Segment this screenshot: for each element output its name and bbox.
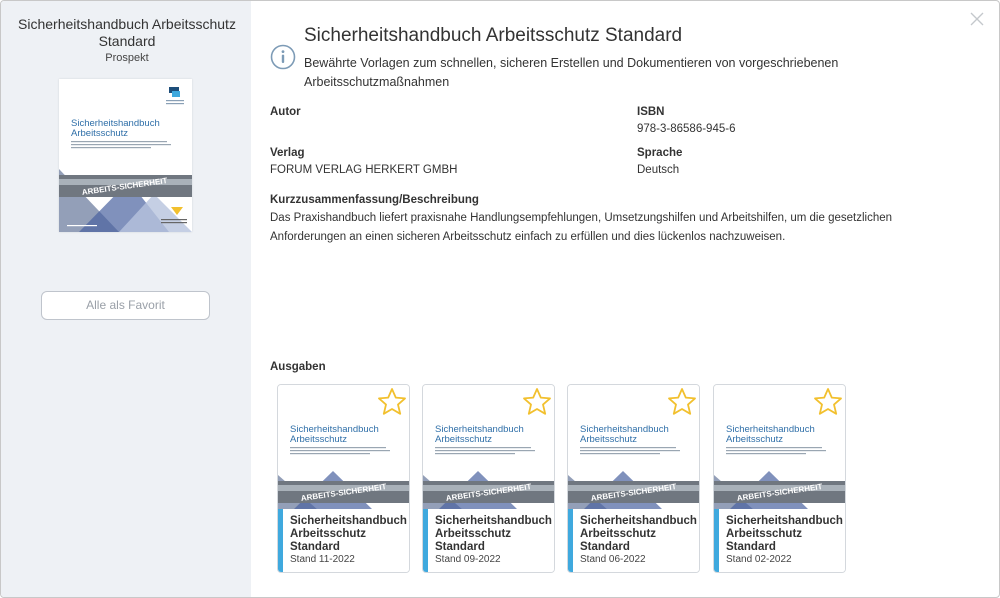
language-value: Deutsch	[637, 164, 680, 176]
edition-card[interactable]: Sicherheitshandbuch Arbeitsschutz ARBEIT…	[422, 384, 555, 573]
author-label: Autor	[270, 106, 301, 118]
accent-bar	[568, 509, 573, 572]
book-detail-dialog: Sicherheitshandbuch Arbeitsschutz Standa…	[0, 0, 1000, 598]
isbn-label: ISBN	[637, 106, 665, 118]
edition-stand: Stand 09-2022	[435, 554, 501, 565]
svg-text:Arbeitsschutz: Arbeitsschutz	[435, 434, 492, 445]
accent-bar	[423, 509, 428, 572]
accent-bar	[714, 509, 719, 572]
star-icon[interactable]	[812, 386, 844, 418]
info-icon	[270, 44, 296, 70]
edition-stand: Stand 02-2022	[726, 554, 792, 565]
edition-caption: Sicherheitshandbuch Arbeitsschutz Standa…	[714, 509, 845, 572]
edition-card[interactable]: Sicherheitshandbuch Arbeitsschutz ARBEIT…	[713, 384, 846, 573]
edition-title: Sicherheitshandbuch Arbeitsschutz Standa…	[726, 515, 843, 553]
edition-caption: Sicherheitshandbuch Arbeitsschutz Standa…	[423, 509, 554, 572]
star-icon[interactable]	[666, 386, 698, 418]
edition-caption: Sicherheitshandbuch Arbeitsschutz Standa…	[568, 509, 699, 572]
star-icon[interactable]	[376, 386, 408, 418]
publisher-value: FORUM VERLAG HERKERT GMBH	[270, 164, 458, 176]
edition-card[interactable]: Sicherheitshandbuch Arbeitsschutz ARBEIT…	[567, 384, 700, 573]
summary-label: Kurzzusammenfassung/Beschreibung	[270, 194, 479, 206]
edition-title: Sicherheitshandbuch Arbeitsschutz Standa…	[290, 515, 407, 553]
star-icon[interactable]	[521, 386, 553, 418]
svg-text:Arbeitsschutz: Arbeitsschutz	[580, 434, 637, 445]
svg-text:Arbeitsschutz: Arbeitsschutz	[71, 128, 128, 139]
summary-text: Das Praxishandbuch liefert praxisnahe Ha…	[270, 212, 893, 243]
edition-caption: Sicherheitshandbuch Arbeitsschutz Standa…	[278, 509, 409, 572]
close-icon[interactable]	[969, 11, 985, 27]
all-favorite-button[interactable]: Alle als Favorit	[41, 291, 210, 320]
page-title: Sicherheitshandbuch Arbeitsschutz Standa…	[304, 25, 683, 46]
edition-title: Sicherheitshandbuch Arbeitsschutz Standa…	[435, 515, 552, 553]
edition-card[interactable]: Sicherheitshandbuch Arbeitsschutz ARBEIT…	[277, 384, 410, 573]
language-label: Sprache	[637, 147, 683, 159]
publisher-label: Verlag	[270, 147, 305, 159]
edition-title: Sicherheitshandbuch Arbeitsschutz Standa…	[580, 515, 697, 553]
page-subtitle: Bewährte Vorlagen zum schnellen, sichere…	[304, 56, 839, 89]
edition-stand: Stand 06-2022	[580, 554, 646, 565]
sidebar-subtitle: Prospekt	[105, 52, 149, 64]
sidebar-title: Sicherheitshandbuch Arbeitsschutz Standa…	[18, 16, 236, 49]
book-cover: Sicherheitshandbuch Arbeitsschutz ARBEIT…	[59, 79, 192, 232]
book-cover-image: Sicherheitshandbuch Arbeitsschutz ARBEIT…	[59, 79, 192, 232]
editions-heading: Ausgaben	[270, 361, 326, 373]
svg-text:Arbeitsschutz: Arbeitsschutz	[726, 434, 783, 445]
svg-text:Arbeitsschutz: Arbeitsschutz	[290, 434, 347, 445]
accent-bar	[278, 509, 283, 572]
isbn-value: 978-3-86586-945-6	[637, 123, 736, 135]
edition-stand: Stand 11-2022	[290, 554, 355, 565]
sidebar: Sicherheitshandbuch Arbeitsschutz Standa…	[1, 1, 251, 597]
